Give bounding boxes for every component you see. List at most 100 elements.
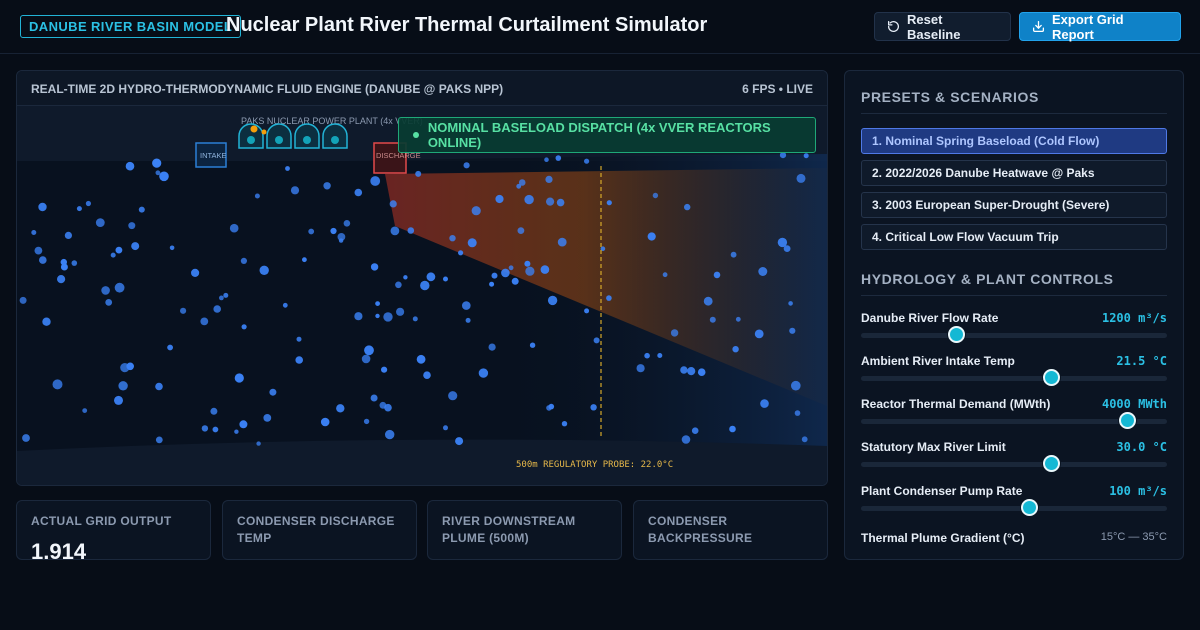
export-grid-report-button[interactable]: Export Grid Report xyxy=(1019,12,1181,42)
metric-card-backpressure: CONDENSER BACKPRESSURE xyxy=(633,500,828,560)
water-particle xyxy=(320,417,330,427)
slider-track[interactable] xyxy=(861,506,1167,511)
water-particle xyxy=(791,380,801,391)
water-particle xyxy=(501,268,510,278)
water-particle xyxy=(308,228,315,235)
control-label: Plant Condenser Pump Rate xyxy=(861,484,1023,498)
water-particle xyxy=(495,194,504,204)
water-particle xyxy=(647,232,656,241)
water-particle xyxy=(524,194,534,205)
control-value: 21.5 °C xyxy=(1116,354,1167,368)
river-simulation-canvas[interactable]: PAKS NUCLEAR POWER PLANT (4x VVER) INTAK… xyxy=(17,106,827,485)
water-particle xyxy=(760,399,769,408)
water-particle xyxy=(114,282,125,293)
model-tag: DANUBE RIVER BASIN MODEL xyxy=(20,15,242,38)
reactor-core-3 xyxy=(303,136,311,144)
thermal-demand-slider[interactable] xyxy=(1119,412,1137,429)
water-particle xyxy=(370,176,381,186)
water-particle xyxy=(370,394,378,402)
download-icon xyxy=(1032,20,1045,33)
water-particle xyxy=(200,317,209,326)
water-particle xyxy=(128,222,136,230)
control-intake-temp: Ambient River Intake Temp 21.5 °C xyxy=(861,354,1167,394)
water-particle xyxy=(396,307,405,316)
preset-super-drought[interactable]: 3. 2003 European Super-Drought (Severe) xyxy=(861,192,1167,218)
water-particle xyxy=(60,258,67,266)
fluid-engine-panel: REAL-TIME 2D HYDRO-THERMODYNAMIC FLUID E… xyxy=(16,70,828,486)
pump-rate-slider[interactable] xyxy=(1021,499,1039,516)
presets-divider xyxy=(861,113,1167,114)
water-particle xyxy=(788,301,793,306)
water-particle xyxy=(71,260,78,266)
preset-nominal-spring[interactable]: 1. Nominal Spring Baseload (Cold Flow) xyxy=(861,128,1167,154)
water-particle xyxy=(239,420,248,429)
control-label: Danube River Flow Rate xyxy=(861,311,999,325)
water-particle xyxy=(606,295,612,301)
metric-card-downstream-plume: RIVER DOWNSTREAM PLUME (500M) xyxy=(427,500,622,560)
water-particle xyxy=(76,206,82,212)
water-particle xyxy=(544,157,549,162)
water-particle xyxy=(546,197,555,206)
water-particle xyxy=(38,202,47,212)
engine-title: REAL-TIME 2D HYDRO-THERMODYNAMIC FLUID E… xyxy=(31,82,504,96)
water-particle xyxy=(290,186,300,195)
water-particle xyxy=(57,275,66,284)
metric-card-grid-output: ACTUAL GRID OUTPUT 1,914 xyxy=(16,500,211,560)
water-particle xyxy=(256,441,261,446)
water-particle xyxy=(606,200,612,206)
metric-value: 1,914 xyxy=(31,539,87,560)
water-particle xyxy=(155,382,163,391)
south-bank xyxy=(17,439,827,485)
control-river-flow: Danube River Flow Rate 1200 m³/s xyxy=(861,311,1167,351)
metric-card-discharge-temp: CONDENSER DISCHARGE TEMP xyxy=(222,500,417,560)
slider-track[interactable] xyxy=(861,462,1167,467)
water-particle xyxy=(95,218,105,227)
water-particle xyxy=(223,292,229,298)
water-particle xyxy=(491,272,498,279)
water-particle xyxy=(545,175,553,183)
water-particle xyxy=(713,271,721,279)
water-particle xyxy=(426,272,436,282)
water-particle xyxy=(508,265,514,271)
water-particle xyxy=(801,436,808,443)
water-particle xyxy=(556,198,565,207)
water-particle xyxy=(703,296,713,306)
water-particle xyxy=(379,401,387,409)
water-particle xyxy=(167,344,174,351)
water-particle xyxy=(691,427,699,435)
water-particle xyxy=(381,366,388,373)
water-particle xyxy=(680,366,688,374)
water-particle xyxy=(407,227,415,234)
slider-track[interactable] xyxy=(861,376,1167,381)
water-particle xyxy=(234,373,244,383)
water-particle xyxy=(789,327,796,334)
water-particle xyxy=(361,354,371,364)
water-particle xyxy=(465,317,471,323)
slider-track[interactable] xyxy=(861,333,1167,338)
water-particle xyxy=(448,391,458,401)
reset-baseline-button[interactable]: Reset Baseline xyxy=(874,12,1011,42)
water-particle xyxy=(363,418,370,425)
steam-indicator-1 xyxy=(250,125,258,133)
intake-temp-slider[interactable] xyxy=(1042,369,1060,386)
preset-danube-heatwave[interactable]: 2. 2022/2026 Danube Heatwave @ Paks xyxy=(861,160,1167,186)
water-particle xyxy=(354,312,363,321)
water-particle xyxy=(285,166,290,171)
water-particle xyxy=(354,188,363,197)
water-particle xyxy=(732,346,739,353)
water-particle xyxy=(282,302,288,308)
river-flow-slider[interactable] xyxy=(947,326,965,343)
water-particle xyxy=(657,353,663,358)
water-particle xyxy=(684,203,691,211)
control-max-river-limit: Statutory Max River Limit 30.0 °C xyxy=(861,440,1167,480)
water-particle xyxy=(269,388,277,396)
water-particle xyxy=(758,267,768,276)
water-particle xyxy=(210,407,218,415)
water-particle xyxy=(471,206,481,216)
water-particle xyxy=(584,158,590,164)
water-particle xyxy=(110,252,116,258)
preset-vacuum-trip[interactable]: 4. Critical Low Flow Vacuum Trip xyxy=(861,224,1167,250)
water-particle xyxy=(412,316,418,322)
max-river-limit-slider[interactable] xyxy=(1042,455,1060,472)
water-particle xyxy=(697,368,706,377)
